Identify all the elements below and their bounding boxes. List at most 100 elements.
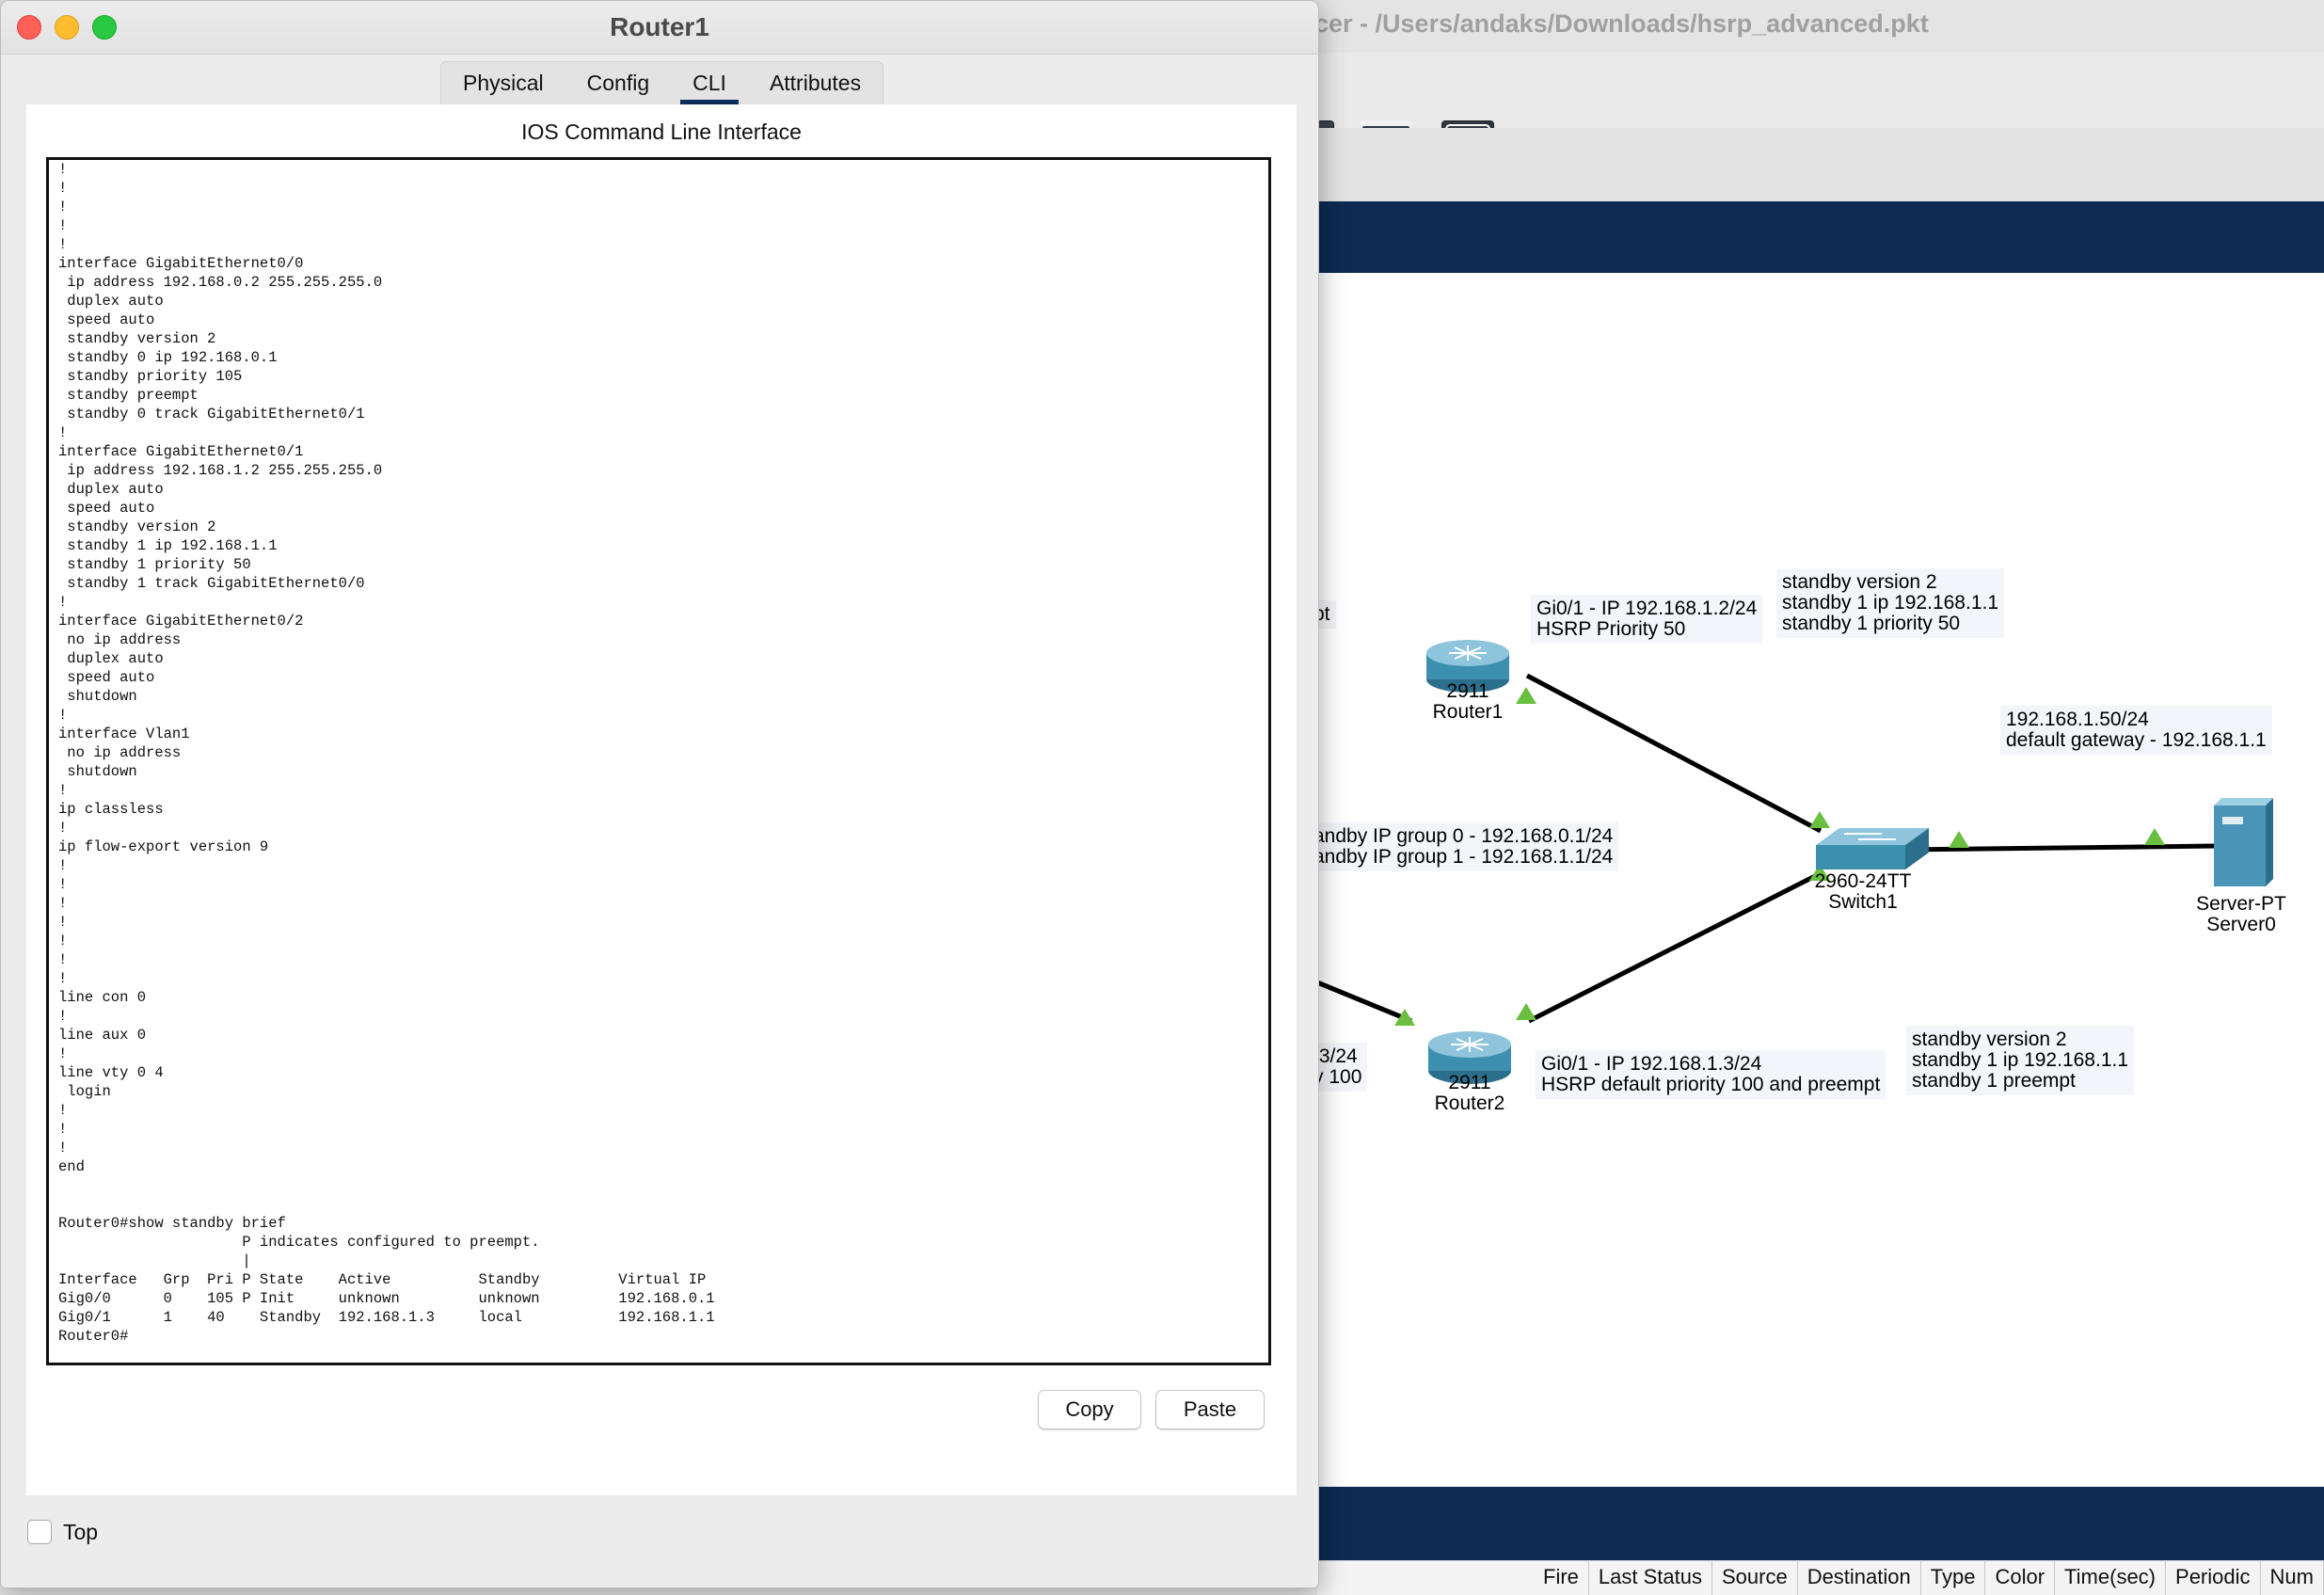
note-server-ip: 192.168.1.50/24 default gateway - 192.16… xyxy=(2000,706,2272,755)
cli-line: P indicates configured to preempt. xyxy=(58,1234,540,1251)
cli-line: ! xyxy=(58,1121,68,1138)
pdu-col-periodic[interactable]: Periodic xyxy=(2166,1561,2261,1595)
cli-line: ! xyxy=(58,161,68,178)
switch1-icon[interactable] xyxy=(1816,828,1929,869)
note-router1-config: standby version 2 standby 1 ip 192.168.1… xyxy=(1776,568,2005,638)
cli-line: ! xyxy=(58,199,68,215)
cli-line: speed auto xyxy=(58,311,155,328)
cli-line: standby 1 ip 192.168.1.1 xyxy=(58,537,278,554)
cli-line: ! xyxy=(58,594,68,611)
server0-icon[interactable] xyxy=(2214,798,2273,886)
link-router2-switch1[interactable] xyxy=(1527,870,1823,1024)
workspace-header-bar xyxy=(1317,201,2324,273)
note-router1-ip: Gi0/1 - IP 192.168.1.2/24 HSRP Priority … xyxy=(1531,595,1763,644)
cli-line: ! xyxy=(58,236,68,253)
cli-line xyxy=(58,1176,715,1195)
pdu-col-color[interactable]: Color xyxy=(1985,1561,2056,1595)
tab-config[interactable]: Config xyxy=(565,62,671,105)
link-up-icon xyxy=(2144,828,2165,845)
cli-line: ip flow-export version 9 xyxy=(58,838,269,855)
pdu-col-num[interactable]: Num xyxy=(2261,1561,2324,1595)
dialog-tabs: Physical Config CLI Attributes xyxy=(440,61,884,106)
simulation-bar xyxy=(1317,1487,2324,1560)
cli-line: line aux 0 xyxy=(58,1027,147,1044)
pdu-col-type[interactable]: Type xyxy=(1921,1561,1986,1595)
cli-line: Router0# xyxy=(58,1328,129,1345)
pdu-col-destination[interactable]: Destination xyxy=(1798,1561,1921,1595)
router2-name: Router2 xyxy=(1434,1093,1505,1114)
link-router1-switch1[interactable] xyxy=(1525,673,1823,834)
cli-line: ! xyxy=(58,1045,68,1062)
cli-line: ! xyxy=(58,707,68,724)
cli-line: Interface Grp Pri P State Active Standby… xyxy=(58,1271,707,1288)
router1-model: 2911 xyxy=(1446,680,1489,702)
cli-line: duplex auto xyxy=(58,650,164,667)
cli-line: shutdown xyxy=(58,688,137,705)
top-label: Top xyxy=(63,1519,99,1544)
switch1-label[interactable]: 2960-24TT Switch1 xyxy=(1807,871,1919,913)
router1-name: Router1 xyxy=(1432,701,1504,723)
router2-model: 2911 xyxy=(1448,1072,1491,1093)
cli-line: standby 0 track GigabitEthernet0/1 xyxy=(58,406,365,423)
cli-line: Router0#show standby brief xyxy=(58,1215,286,1232)
cli-line: Gig0/0 0 105 P Init unknown unknown 192.… xyxy=(58,1290,715,1307)
cli-line xyxy=(58,1195,715,1214)
server0-label[interactable]: Server-PT Server0 xyxy=(2194,894,2288,935)
server0-model: Server-PT xyxy=(2196,893,2286,915)
network-topology: pt Gi0/1 - IP 192.168.1.2/24 HSRP Priori… xyxy=(1308,273,2324,1487)
cli-line: ! xyxy=(58,782,68,799)
pdu-col-fire[interactable]: Fire xyxy=(1317,1561,1589,1595)
paste-button[interactable]: Paste xyxy=(1155,1390,1265,1429)
cli-output: !!!!! interface GigabitEthernet0/0 ip add… xyxy=(58,160,715,1346)
cli-line: standby 1 priority 50 xyxy=(58,556,251,573)
note-router2-ip: Gi0/1 - IP 192.168.1.3/24 HSRP default p… xyxy=(1536,1050,1886,1099)
cli-line: ! xyxy=(58,914,68,931)
cli-line: ! xyxy=(58,1008,68,1025)
pdu-col-last-status[interactable]: Last Status xyxy=(1589,1561,1712,1595)
cli-line: end xyxy=(58,1158,85,1175)
link-up-icon xyxy=(1949,831,1969,848)
cli-heading: IOS Command Line Interface xyxy=(521,120,802,144)
switch1-model: 2960-24TT xyxy=(1814,870,1912,892)
link-router2-left[interactable] xyxy=(1317,980,1412,1024)
link-up-icon xyxy=(1516,1003,1536,1020)
switch1-name: Switch1 xyxy=(1828,891,1898,913)
cli-line: shutdown xyxy=(58,763,137,780)
link-up-icon xyxy=(1809,811,1830,828)
cli-line: ! xyxy=(58,1102,68,1119)
pdu-col-source[interactable]: Source xyxy=(1712,1561,1798,1595)
cli-line: speed auto xyxy=(58,500,155,517)
pdu-col-time[interactable]: Time(sec) xyxy=(2055,1561,2167,1595)
copy-button[interactable]: Copy xyxy=(1038,1390,1141,1429)
cli-line: standby preempt xyxy=(58,387,199,404)
top-checkbox[interactable] xyxy=(27,1520,52,1544)
cli-line: ! xyxy=(58,970,68,987)
cli-line: interface Vlan1 xyxy=(58,726,190,742)
cli-line: Gig0/1 1 40 Standby 192.168.1.3 local 19… xyxy=(58,1309,715,1326)
cli-line: interface GigabitEthernet0/0 xyxy=(58,255,304,272)
cli-line: no ip address xyxy=(58,631,182,648)
cli-panel: IOS Command Line Interface !!!!! interfac… xyxy=(26,104,1297,1495)
cli-line: ! xyxy=(58,424,68,441)
server0-name: Server0 xyxy=(2206,914,2276,935)
tab-attributes[interactable]: Attributes xyxy=(748,62,883,105)
cli-line: ! xyxy=(58,180,68,197)
cli-line: ! xyxy=(58,820,68,837)
cli-line: standby priority 105 xyxy=(58,368,243,385)
tab-physical[interactable]: Physical xyxy=(441,62,565,105)
dialog-titlebar[interactable]: Router1 xyxy=(1,1,1318,55)
cli-line: | xyxy=(58,1252,251,1269)
router1-label[interactable]: 2911 Router1 xyxy=(1430,681,1505,723)
router2-label[interactable]: 2911 Router2 xyxy=(1432,1073,1507,1114)
cli-line: ! xyxy=(58,951,68,968)
tab-cli[interactable]: CLI xyxy=(671,62,748,105)
cli-terminal[interactable]: !!!!! interface GigabitEthernet0/0 ip add… xyxy=(46,157,1271,1365)
cli-line: ! xyxy=(58,933,68,949)
cli-line: ip address 192.168.0.2 255.255.255.0 xyxy=(58,274,383,291)
cli-line: standby 1 track GigabitEthernet0/0 xyxy=(58,575,365,592)
cli-line: line con 0 xyxy=(58,989,147,1006)
main-window-title: cer - /Users/andaks/Downloads/hsrp_advan… xyxy=(1314,9,1929,38)
cli-line: ! xyxy=(58,217,68,234)
cli-line: login xyxy=(58,1083,111,1100)
note-router2-config: standby version 2 standby 1 ip 192.168.1… xyxy=(1906,1026,2135,1095)
